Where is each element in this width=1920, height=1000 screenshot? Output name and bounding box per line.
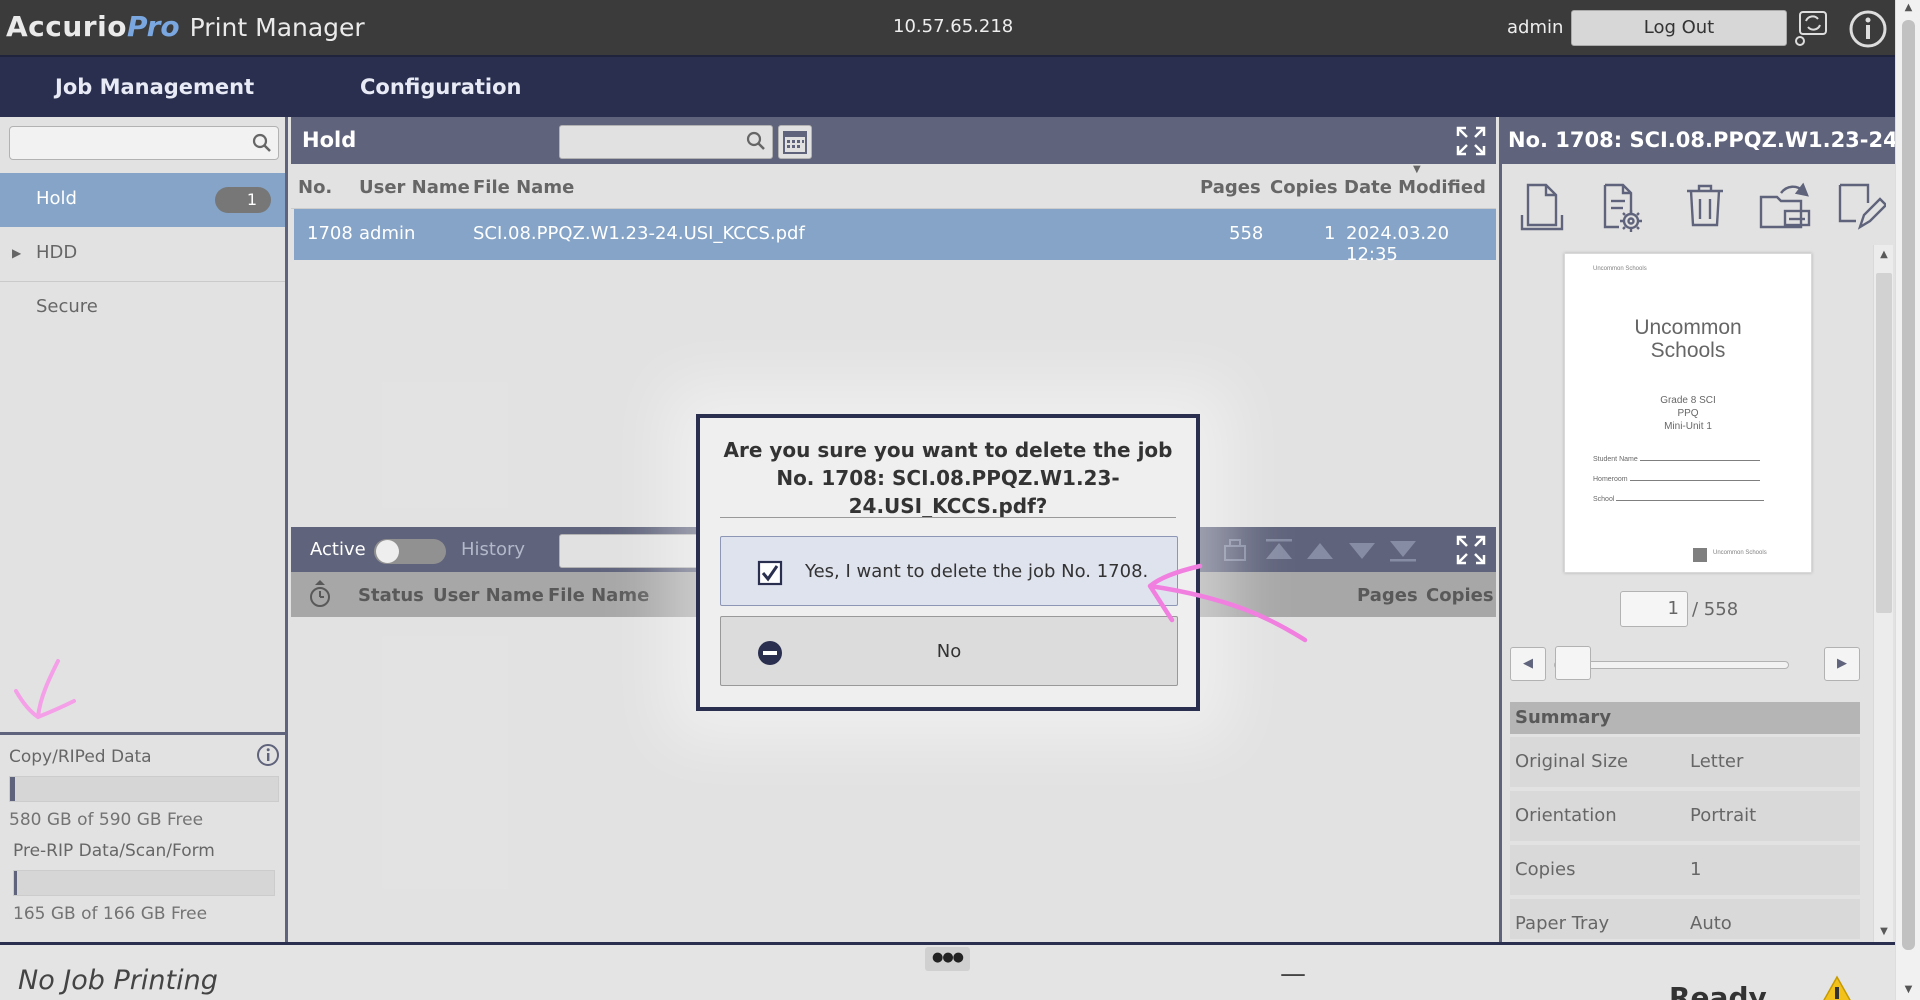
current-user: admin <box>1507 17 1564 38</box>
main-nav: Job Management Configuration <box>0 55 1895 117</box>
divider <box>720 517 1176 518</box>
resize-handle[interactable]: ●●● <box>925 947 970 971</box>
scroll-up-icon[interactable]: ▲ <box>1896 2 1920 13</box>
tab-job-management[interactable]: Job Management <box>55 75 254 99</box>
status-dash: — <box>1280 959 1306 989</box>
printing-status: No Job Printing <box>18 965 218 996</box>
brand-product: Print Manager <box>189 13 365 42</box>
ip-address: 10.57.65.218 <box>893 16 1014 37</box>
delete-confirm-dialog: Are you sure you want to delete the job … <box>696 414 1200 711</box>
machine-status: Ready <box>1669 981 1767 1000</box>
checkbox-checked-icon[interactable] <box>757 560 783 591</box>
page-scrollbar[interactable]: ▲ ▼ <box>1895 0 1920 1000</box>
tab-configuration[interactable]: Configuration <box>360 75 521 99</box>
annotation-arrow-icon <box>1147 563 1308 643</box>
brand-pro: Pro <box>126 10 180 43</box>
status-bar: ●●● No Job Printing — Ready <box>0 942 1895 1000</box>
top-bar: Accurio Pro Print Manager 10.57.65.218 adm… <box>0 0 1895 55</box>
app-logo: Accurio Pro Print Manager <box>6 10 365 43</box>
info-icon[interactable] <box>1848 9 1888 49</box>
warning-icon[interactable] <box>1817 975 1857 1000</box>
cancel-label: No <box>936 641 962 662</box>
confirm-delete-label: Yes, I want to delete the job No. 1708. <box>805 561 1149 582</box>
scroll-thumb[interactable] <box>1902 20 1915 950</box>
brand-accurio: Accurio <box>6 10 127 43</box>
dialog-message: Are you sure you want to delete the job … <box>723 438 1173 518</box>
logout-button[interactable]: Log Out <box>1571 10 1787 46</box>
cancel-button[interactable]: No <box>720 616 1178 686</box>
sync-icon[interactable] <box>1792 9 1832 49</box>
confirm-delete-button[interactable]: Yes, I want to delete the job No. 1708. <box>720 536 1178 606</box>
scroll-down-icon[interactable]: ▼ <box>1896 984 1920 995</box>
